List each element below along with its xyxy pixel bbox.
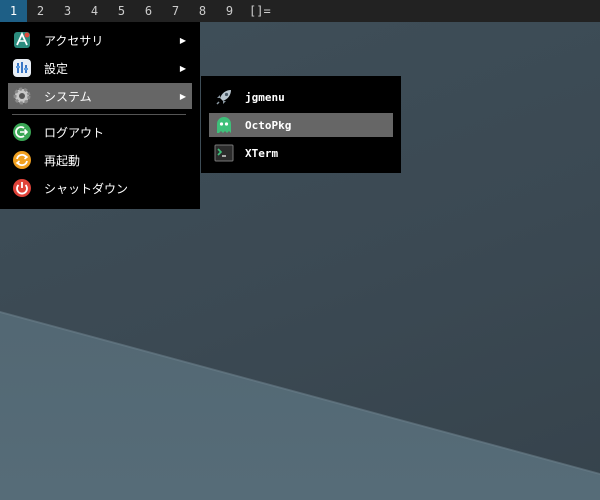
submenu-arrow-icon: ▶ bbox=[179, 91, 186, 101]
octopus-icon bbox=[214, 115, 234, 135]
workspace-1[interactable]: 1 bbox=[0, 0, 27, 22]
submenu-item-jgmenu[interactable]: jgmenu bbox=[209, 85, 393, 109]
submenu-item-label: XTerm bbox=[245, 146, 279, 160]
reboot-icon bbox=[12, 150, 32, 170]
system-gear-icon bbox=[12, 86, 32, 106]
menu-item-system[interactable]: システム ▶ bbox=[8, 83, 192, 109]
workspace-8[interactable]: 8 bbox=[189, 0, 216, 22]
menu-separator bbox=[12, 114, 186, 115]
top-bar: 1 2 3 4 5 6 7 8 9 []= bbox=[0, 0, 600, 22]
menu-item-label: 再起動 bbox=[44, 153, 81, 168]
menu-item-reboot[interactable]: 再起動 bbox=[8, 147, 192, 173]
workspace-9[interactable]: 9 bbox=[216, 0, 243, 22]
accessories-icon bbox=[12, 30, 32, 50]
workspace-7[interactable]: 7 bbox=[162, 0, 189, 22]
workspace-6[interactable]: 6 bbox=[135, 0, 162, 22]
submenu-arrow-icon: ▶ bbox=[179, 63, 186, 73]
menu-item-label: シャットダウン bbox=[44, 181, 129, 196]
menu-item-label: 設定 bbox=[44, 61, 69, 76]
submenu-item-octopkg[interactable]: OctoPkg bbox=[209, 113, 393, 137]
workspace-2[interactable]: 2 bbox=[27, 0, 54, 22]
workspace-5[interactable]: 5 bbox=[108, 0, 135, 22]
submenu-item-label: OctoPkg bbox=[245, 118, 292, 132]
submenu-arrow-icon: ▶ bbox=[179, 35, 186, 45]
submenu-item-xterm[interactable]: XTerm bbox=[209, 141, 393, 165]
logout-icon bbox=[12, 122, 32, 142]
submenu-item-label: jgmenu bbox=[245, 90, 285, 104]
settings-icon bbox=[12, 58, 32, 78]
menu-item-settings[interactable]: 設定 ▶ bbox=[8, 55, 192, 81]
system-submenu: jgmenu OctoPkg XTerm bbox=[201, 76, 401, 173]
menu-item-shutdown[interactable]: シャットダウン bbox=[8, 175, 192, 201]
menu-item-accessories[interactable]: アクセサリ ▶ bbox=[8, 27, 192, 53]
main-menu: アクセサリ ▶ 設定 ▶ システム ▶ ログアウト 再起動 シャットダウン bbox=[0, 22, 200, 209]
menu-item-label: アクセサリ bbox=[44, 33, 104, 48]
workspace-3[interactable]: 3 bbox=[54, 0, 81, 22]
layout-indicator[interactable]: []= bbox=[249, 4, 271, 18]
menu-item-logout[interactable]: ログアウト bbox=[8, 119, 192, 145]
menu-item-label: システム bbox=[44, 89, 92, 104]
workspace-4[interactable]: 4 bbox=[81, 0, 108, 22]
terminal-icon bbox=[214, 143, 234, 163]
menu-item-label: ログアウト bbox=[44, 125, 105, 140]
shutdown-icon bbox=[12, 178, 32, 198]
rocket-icon bbox=[214, 87, 234, 107]
